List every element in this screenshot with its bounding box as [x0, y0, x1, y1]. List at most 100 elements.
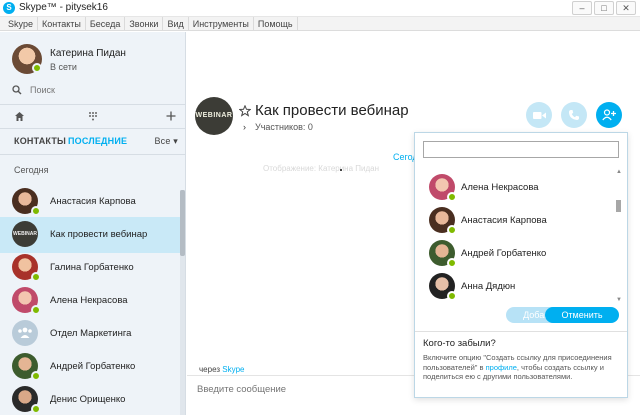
search-icon [12, 85, 22, 95]
tab-recent[interactable]: ПОСЛЕДНИЕ [68, 136, 127, 146]
contact-item[interactable]: WEBINAR Как провести вебинар [0, 217, 180, 253]
chevron-down-icon: ▾ [173, 136, 178, 146]
online-status-icon [31, 206, 41, 216]
conversation-notice: Отображение: Катерина Пидан [263, 164, 380, 173]
section-label: Сегодня [14, 165, 49, 175]
home-icon [14, 111, 24, 121]
add-people-popup: Алена Некрасова Анастасия Карпова Андрей… [414, 132, 628, 398]
home-button[interactable] [12, 109, 26, 123]
sidebar-toolbar [0, 108, 186, 124]
online-status-icon [447, 291, 457, 301]
minimize-button[interactable]: – [572, 1, 592, 15]
menu-view[interactable]: Вид [163, 17, 189, 30]
menu-contacts[interactable]: Контакты [38, 17, 86, 30]
message-input[interactable] [197, 384, 397, 395]
close-button[interactable]: ✕ [616, 1, 636, 15]
scroll-down-icon[interactable]: ▼ [615, 297, 623, 303]
via-label: через Skype [199, 365, 244, 374]
sidebar-scrollbar[interactable] [180, 190, 185, 415]
menu-conversation[interactable]: Беседа [86, 17, 126, 30]
contact-item[interactable]: Анастасия Карпова [0, 184, 180, 220]
group-avatar [12, 320, 38, 346]
online-status-icon [447, 225, 457, 235]
contact-tabs: КОНТАКТЫ ПОСЛЕДНИЕ Все ▾ [14, 136, 178, 150]
conversation-avatar[interactable]: WEBINAR [195, 97, 233, 135]
search-box[interactable] [12, 82, 172, 98]
filter-dropdown[interactable]: Все ▾ [154, 136, 178, 147]
search-input[interactable] [30, 85, 160, 95]
tab-contacts[interactable]: КОНТАКТЫ [14, 136, 66, 146]
contact-item[interactable]: Алена Некрасова [0, 283, 180, 319]
profile-link[interactable]: профиле [486, 363, 517, 372]
contact-name: Андрей Горбатенко [50, 361, 136, 372]
menu-calls[interactable]: Звонки [125, 17, 164, 30]
divider [0, 154, 186, 155]
people-picker-list: Алена Некрасова Анастасия Карпова Андрей… [415, 165, 627, 303]
person-item[interactable]: Анастасия Карпова [415, 203, 611, 236]
contact-list: Анастасия Карпова WEBINAR Как провести в… [0, 184, 180, 415]
contact-name: Как провести вебинар [50, 229, 148, 240]
online-status-icon [31, 305, 41, 315]
forgot-someone-panel: Кого-то забыли? Включите опцию "Создать … [415, 331, 627, 397]
window-controls: – □ ✕ [572, 1, 636, 15]
webinar-avatar-text: WEBINAR [13, 231, 37, 237]
skype-logo-icon: S [3, 2, 15, 14]
menu-skype[interactable]: Skype [4, 17, 39, 30]
cancel-button[interactable]: Отменить [545, 307, 619, 323]
window-title: Skype™ - pitysek16 [19, 2, 108, 13]
scroll-up-icon[interactable]: ▲ [615, 169, 623, 175]
contact-name: Анастасия Карпова [50, 196, 136, 207]
person-item[interactable]: Анна Дядюн [415, 269, 611, 302]
dialpad-icon [89, 111, 97, 120]
people-list-scrollbar[interactable]: ▲ ▼ [615, 169, 623, 303]
phone-icon [569, 110, 579, 120]
person-name: Андрей Горбатенко [461, 248, 547, 259]
dialpad-button[interactable] [86, 109, 100, 123]
add-person-icon [601, 109, 616, 121]
menu-tools[interactable]: Инструменты [189, 17, 254, 30]
profile-card[interactable]: Катерина Пидан В сети [12, 42, 182, 76]
person-item[interactable]: Андрей Горбатенко [415, 236, 611, 269]
title-bar: S Skype™ - pitysek16 – □ ✕ [0, 0, 640, 17]
filter-label: Все [154, 136, 171, 146]
person-item[interactable]: Алена Некрасова [415, 170, 611, 203]
online-status-icon [447, 192, 457, 202]
group-avatar: WEBINAR [12, 221, 38, 247]
chevron-right-icon[interactable]: › [243, 122, 246, 132]
profile-status[interactable]: В сети [50, 62, 77, 72]
video-call-button[interactable] [526, 102, 552, 128]
star-icon[interactable] [239, 105, 251, 117]
online-status-icon [447, 258, 457, 268]
conversation-title[interactable]: Как провести вебинар [255, 102, 409, 119]
contact-item[interactable]: Галина Горбатенко [0, 250, 180, 286]
menu-bar: Skype Контакты Беседа Звонки Вид Инструм… [0, 17, 640, 31]
video-camera-icon [532, 111, 546, 119]
plus-icon [166, 111, 176, 121]
add-people-search-input[interactable] [423, 141, 619, 158]
contact-item[interactable]: Отдел Маркетинга [0, 316, 180, 352]
contact-item[interactable]: Андрей Горбатенко [0, 349, 180, 385]
profile-name: Катерина Пидан [50, 48, 126, 59]
participants-count[interactable]: Участников: 0 [255, 122, 313, 132]
via-prefix: через [199, 365, 221, 374]
scrollbar-thumb[interactable] [180, 190, 185, 256]
contact-name: Галина Горбатенко [50, 262, 134, 273]
group-icon [18, 327, 32, 338]
maximize-button[interactable]: □ [594, 1, 614, 15]
online-status-icon [31, 272, 41, 282]
contact-name: Отдел Маркетинга [50, 328, 132, 339]
scrollbar-thumb[interactable] [616, 200, 621, 212]
voice-call-button[interactable] [561, 102, 587, 128]
person-name: Алена Некрасова [461, 182, 539, 193]
person-name: Анастасия Карпова [461, 215, 547, 226]
contact-name: Денис Орищенко [50, 394, 126, 405]
menu-help[interactable]: Помощь [254, 17, 298, 30]
forgot-title: Кого-то забыли? [423, 338, 496, 349]
add-button[interactable] [164, 109, 178, 123]
add-people-button[interactable] [596, 102, 622, 128]
sidebar: Катерина Пидан В сети КОНТАКТЫ ПОСЛЕДНИЕ… [0, 32, 186, 415]
divider [0, 128, 186, 129]
contact-item[interactable]: Денис Орищенко [0, 382, 180, 415]
contact-name: Алена Некрасова [50, 295, 128, 306]
via-service-link[interactable]: Skype [222, 365, 244, 374]
